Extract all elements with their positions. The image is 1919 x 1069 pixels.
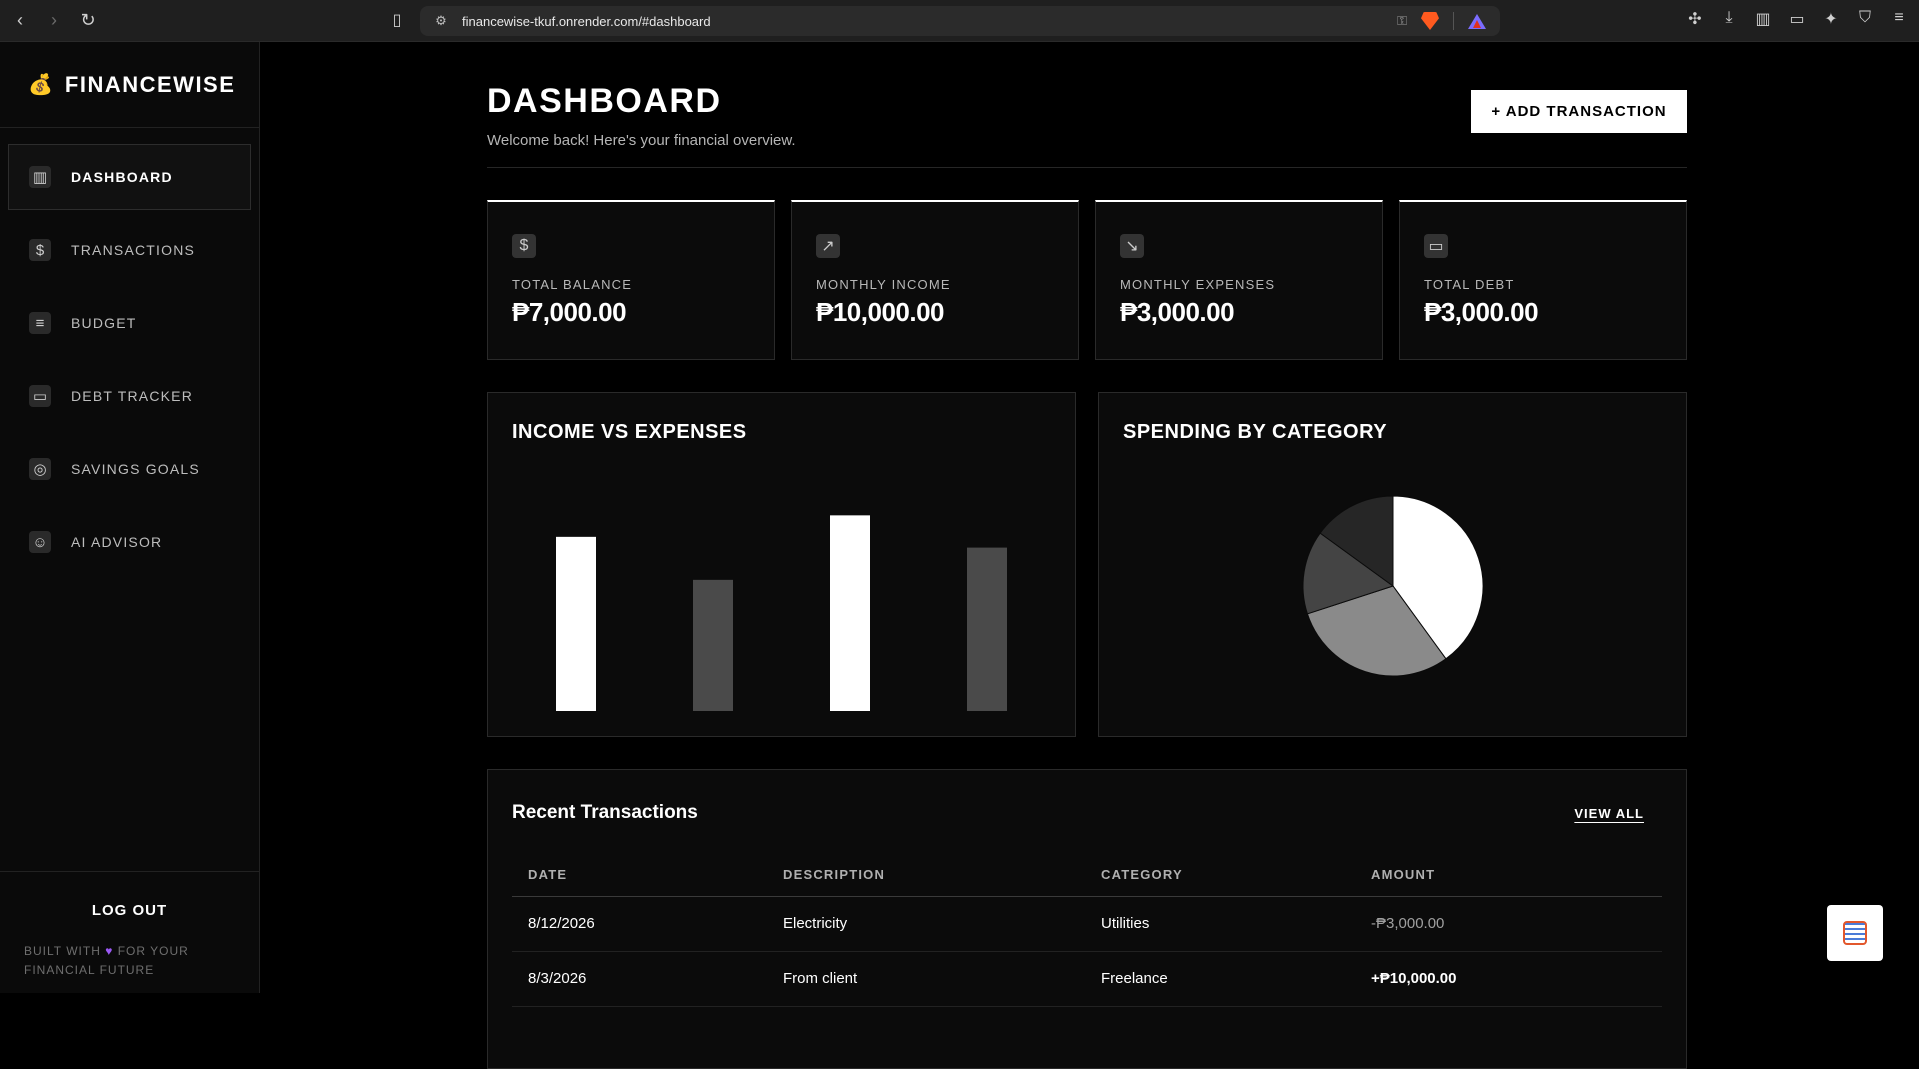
cell-date: 8/3/2026: [512, 951, 767, 1007]
sidebar-item-label: DASHBOARD: [71, 169, 173, 185]
column-header-date[interactable]: DATE: [512, 854, 767, 897]
extensions-icon[interactable]: ✣: [1685, 9, 1705, 29]
sidebar-icon[interactable]: ▥: [1753, 9, 1773, 29]
money-bag-icon: $: [512, 234, 536, 258]
sidebar-item-savings-goals[interactable]: ◎ SAVINGS GOALS: [8, 436, 251, 502]
bookmark-icon[interactable]: ▯: [387, 10, 407, 32]
sidebar-item-label: TRANSACTIONS: [71, 242, 196, 258]
cell-category: Utilities: [1085, 896, 1355, 952]
recent-transactions-title: Recent Transactions: [512, 802, 698, 823]
cell-date: 8/12/2026: [512, 896, 767, 952]
menu-icon[interactable]: ≡: [1889, 9, 1909, 29]
panel-title: SPENDING BY CATEGORY: [1123, 421, 1388, 443]
robot-icon: ☺: [29, 531, 51, 553]
brand-name: FINANCEWISE: [64, 71, 236, 97]
credit-card-icon: ▭: [1424, 234, 1448, 258]
forward-icon[interactable]: ›: [40, 7, 68, 35]
money-bag-icon: $: [29, 239, 51, 261]
brave-shield-icon[interactable]: [1421, 12, 1439, 30]
built-with-text: BUILT WITH ♥ FOR YOUR FINANCIAL FUTURE: [24, 942, 234, 980]
browser-toolbar: ‹ › ↻ ▯ ⚙ financewise-tkuf.onrender.com/…: [0, 0, 1919, 42]
spending-by-category-chart: [1302, 495, 1484, 677]
table-row[interactable]: 8/12/2026 Electricity Utilities -₱3,000.…: [512, 896, 1662, 952]
address-bar[interactable]: ⚙ financewise-tkuf.onrender.com/#dashboa…: [420, 6, 1500, 36]
leo-ai-icon[interactable]: ✦: [1821, 9, 1841, 29]
floating-calculator-widget[interactable]: [1827, 905, 1883, 961]
stat-label: TOTAL BALANCE: [512, 277, 633, 292]
money-bag-icon: 💰: [28, 74, 53, 96]
chart-up-icon: ↗: [816, 234, 840, 258]
stat-card-total-debt: ▭ TOTAL DEBT ₱3,000.00: [1399, 200, 1687, 360]
table-row[interactable]: 8/3/2026 From client Freelance +₱10,000.…: [512, 951, 1662, 1007]
column-header-amount[interactable]: AMOUNT: [1355, 854, 1662, 897]
stat-label: MONTHLY EXPENSES: [1120, 277, 1276, 292]
stat-value: ₱3,000.00: [1424, 297, 1539, 327]
browser-actions: ✣ ⤓ ▥ ▭ ✦ ⛉ ≡: [1685, 9, 1909, 29]
recent-transactions-panel: Recent Transactions VIEW ALL DATE DESCRI…: [487, 769, 1687, 1069]
column-header-description[interactable]: DESCRIPTION: [767, 854, 1085, 897]
stat-value: ₱10,000.00: [816, 297, 945, 327]
built-prefix: BUILT WITH: [24, 944, 101, 958]
cell-amount: -₱3,000.00: [1355, 896, 1662, 952]
sidebar-item-label: DEBT TRACKER: [71, 388, 194, 404]
divider: [1453, 12, 1454, 30]
sidebar-item-transactions[interactable]: $ TRANSACTIONS: [8, 217, 251, 283]
sidebar-footer: LOG OUT BUILT WITH ♥ FOR YOUR FINANCIAL …: [0, 871, 259, 993]
panel-title: INCOME VS EXPENSES: [512, 421, 747, 443]
add-transaction-button[interactable]: + ADD TRANSACTION: [1471, 90, 1687, 133]
cell-amount: +₱10,000.00: [1355, 951, 1662, 1007]
income-vs-expenses-panel: INCOME VS EXPENSES: [487, 392, 1076, 737]
reload-icon[interactable]: ↻: [74, 7, 102, 35]
bar: [693, 579, 733, 711]
download-icon[interactable]: ⤓: [1719, 9, 1739, 29]
calculator-icon: [1843, 921, 1867, 945]
sidebar-nav: ▥ DASHBOARD $ TRANSACTIONS ≡ BUDGET ▭ DE…: [0, 128, 259, 575]
sidebar-item-label: BUDGET: [71, 315, 137, 331]
page-title: DASHBOARD: [487, 82, 722, 120]
cell-category: Freelance: [1085, 951, 1355, 1007]
back-icon[interactable]: ‹: [6, 7, 34, 35]
cell-description: Electricity: [767, 896, 1085, 952]
stat-value: ₱3,000.00: [1120, 297, 1235, 327]
brand[interactable]: 💰 FINANCEWISE: [0, 42, 259, 128]
sidebar-item-label: SAVINGS GOALS: [71, 461, 200, 477]
stat-label: TOTAL DEBT: [1424, 277, 1515, 292]
view-all-link[interactable]: VIEW ALL: [1574, 806, 1644, 821]
sidebar-item-budget[interactable]: ≡ BUDGET: [8, 290, 251, 356]
transactions-table: DATE DESCRIPTION CATEGORY AMOUNT 8/12/20…: [512, 854, 1662, 1007]
column-header-category[interactable]: CATEGORY: [1085, 854, 1355, 897]
sidebar-item-ai-advisor[interactable]: ☺ AI ADVISOR: [8, 509, 251, 575]
bar: [967, 547, 1007, 711]
chart-down-icon: ↘: [1120, 234, 1144, 258]
logout-button[interactable]: LOG OUT: [0, 902, 259, 919]
stat-card-total-balance: $ TOTAL BALANCE ₱7,000.00: [487, 200, 775, 360]
target-icon: ◎: [29, 458, 51, 480]
vpn-icon[interactable]: ⛉: [1855, 9, 1875, 29]
heart-icon: ♥: [105, 944, 114, 958]
wallet-icon[interactable]: ▭: [1787, 9, 1807, 29]
income-vs-expenses-chart: [556, 515, 1007, 711]
url-text[interactable]: financewise-tkuf.onrender.com/#dashboard: [462, 14, 1397, 29]
bar: [830, 515, 870, 711]
stat-card-monthly-income: ↗ MONTHLY INCOME ₱10,000.00: [791, 200, 1079, 360]
key-icon[interactable]: ⚿: [1397, 13, 1407, 29]
brave-rewards-icon[interactable]: [1468, 13, 1486, 29]
bar: [556, 536, 596, 711]
stat-label: MONTHLY INCOME: [816, 277, 951, 292]
table-header-row: DATE DESCRIPTION CATEGORY AMOUNT: [512, 854, 1662, 897]
stat-value: ₱7,000.00: [512, 297, 627, 327]
spending-by-category-panel: SPENDING BY CATEGORY: [1098, 392, 1687, 737]
stat-card-monthly-expenses: ↘ MONTHLY EXPENSES ₱3,000.00: [1095, 200, 1383, 360]
building-icon: ▥: [29, 166, 51, 188]
sidebar-item-dashboard[interactable]: ▥ DASHBOARD: [8, 144, 251, 210]
credit-card-icon: ▭: [29, 385, 51, 407]
site-settings-icon[interactable]: ⚙: [426, 13, 456, 29]
sidebar-item-label: AI ADVISOR: [71, 534, 163, 550]
cell-description: From client: [767, 951, 1085, 1007]
sidebar: 💰 FINANCEWISE ▥ DASHBOARD $ TRANSACTIONS…: [0, 42, 260, 993]
divider: [487, 167, 1687, 168]
receipt-icon: ≡: [29, 312, 51, 334]
page-subtitle: Welcome back! Here's your financial over…: [487, 132, 796, 149]
sidebar-item-debt-tracker[interactable]: ▭ DEBT TRACKER: [8, 363, 251, 429]
